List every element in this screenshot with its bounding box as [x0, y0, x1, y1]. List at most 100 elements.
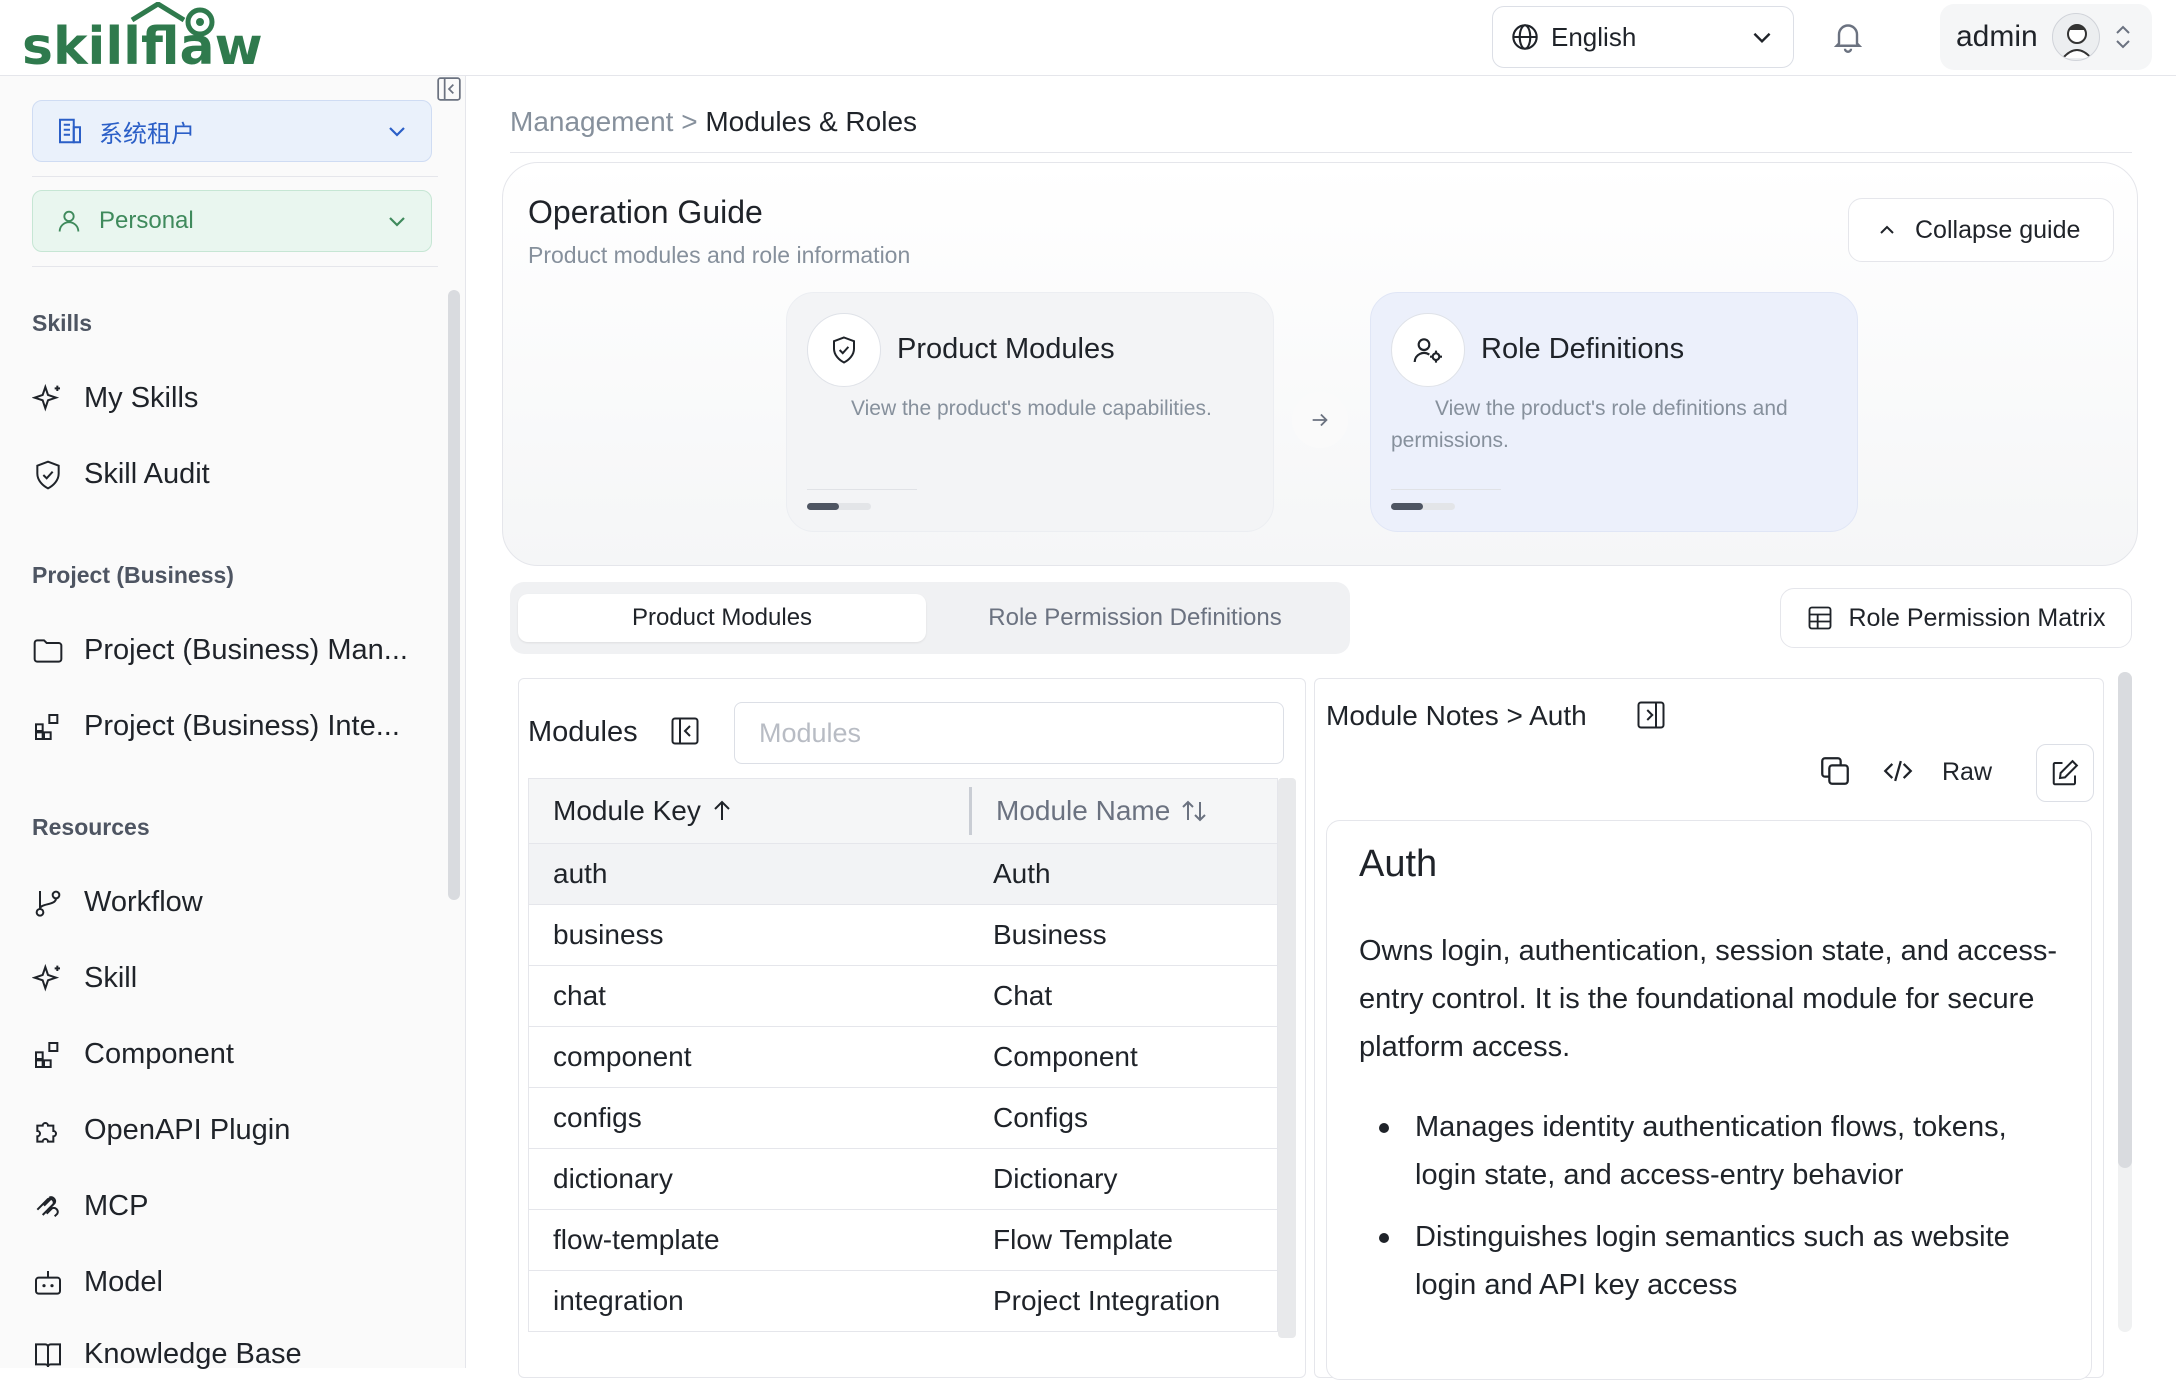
breadcrumb-separator: > — [681, 106, 698, 137]
sidebar-item-label: Skill — [84, 962, 138, 994]
sidebar-item-mcp[interactable]: MCP — [32, 1190, 148, 1223]
sidebar-item-openapi-plugin[interactable]: OpenAPI Plugin — [32, 1114, 290, 1147]
cell-module-name: Chat — [993, 980, 1053, 1011]
role-permission-matrix-button[interactable]: Role Permission Matrix — [1780, 588, 2132, 648]
workspace-label: Personal — [99, 207, 194, 234]
skillflaw-logo[interactable]: skillflaw — [20, 2, 280, 72]
sidebar-item-label: Model — [84, 1266, 163, 1298]
divider — [32, 266, 438, 267]
sidebar-item-knowledge-base[interactable]: Knowledge Base — [32, 1338, 302, 1371]
sidebar-item-project-management[interactable]: Project (Business) Man... — [32, 634, 408, 667]
mcp-icon — [36, 1195, 59, 1217]
modules-collapse-button[interactable] — [670, 716, 700, 746]
user-menu[interactable]: admin — [1940, 4, 2152, 70]
section-project: Project (Business) — [32, 562, 234, 588]
breadcrumb-current: Modules & Roles — [705, 106, 918, 137]
language-select[interactable]: English — [1492, 6, 1794, 68]
shield-check-icon — [807, 313, 881, 387]
raw-toggle[interactable]: Raw — [1942, 758, 1992, 787]
sidebar-item-label: Project (Business) Inte... — [84, 710, 400, 742]
sort-icon — [1182, 800, 1207, 822]
sidebar-item-label: Project (Business) Man... — [84, 634, 408, 666]
tab-role-permission-definitions[interactable]: Role Permission Definitions — [928, 594, 1342, 642]
sidebar-item-project-integration[interactable]: Project (Business) Inte... — [32, 710, 400, 743]
sparkle-icon — [32, 383, 60, 411]
card-description: View the product's module capabilities. — [851, 397, 1212, 420]
cell-module-name: Project Integration — [993, 1285, 1221, 1316]
copy-button[interactable] — [1818, 754, 1852, 788]
notes-bullet: Manages identity authentication flows, t… — [1359, 1103, 2069, 1199]
progress-indicator — [807, 503, 871, 510]
table-icon — [1809, 606, 1832, 630]
sidebar-item-label: Component — [84, 1038, 234, 1070]
column-module-key[interactable]: Module Key — [529, 795, 969, 827]
sidebar-item-label: Knowledge Base — [84, 1338, 302, 1370]
sidebar-collapse-button[interactable] — [436, 76, 462, 102]
sidebar-item-component[interactable]: Component — [32, 1038, 234, 1071]
guide-title: Operation Guide — [528, 194, 763, 230]
tenant-label: 系统租户 — [99, 120, 195, 148]
table-row[interactable]: auth Auth — [528, 844, 1278, 905]
table-row[interactable]: integration Project Integration — [528, 1271, 1278, 1332]
cell-module-name: Dictionary — [993, 1163, 1118, 1194]
guide-card-role-definitions[interactable]: Role Definitions View the product's role… — [1370, 292, 1858, 532]
table-scrollbar[interactable] — [1278, 778, 1296, 1338]
blocks-icon — [35, 1041, 59, 1068]
sidebar-scrollbar[interactable] — [448, 290, 460, 900]
sidebar-item-skill[interactable]: Skill — [32, 962, 137, 995]
divider — [510, 152, 2132, 153]
main-scrollbar[interactable] — [2118, 672, 2132, 1332]
folder-icon — [33, 638, 63, 663]
sidebar-item-my-skills[interactable]: My Skills — [32, 382, 198, 415]
divider — [807, 489, 917, 490]
table-row[interactable]: component Component — [528, 1027, 1278, 1088]
arrow-right-icon — [1292, 392, 1348, 448]
panel-collapse-icon — [671, 717, 699, 745]
avatar — [2051, 13, 2100, 61]
table-row[interactable]: chat Chat — [528, 966, 1278, 1027]
chevron-down-icon — [389, 127, 405, 137]
sidebar-item-label: My Skills — [84, 382, 199, 414]
guide-subtitle: Product modules and role information — [528, 242, 911, 268]
cell-module-key: configs — [553, 1102, 642, 1133]
table-header: Module Key Module Name — [528, 778, 1278, 844]
guide-card-product-modules[interactable]: Product Modules View the product's modul… — [786, 292, 1274, 532]
section-skills: Skills — [32, 310, 93, 336]
workspace-select[interactable]: Personal — [32, 190, 432, 252]
puzzle-icon — [36, 1121, 57, 1143]
code-view-button[interactable] — [1880, 754, 1916, 788]
sidebar-item-skill-audit[interactable]: Skill Audit — [32, 458, 210, 491]
tenant-select[interactable]: 系统租户 — [32, 100, 432, 162]
copy-icon — [1821, 757, 1849, 785]
card-title: Role Definitions — [1481, 333, 1685, 365]
cell-module-key: business — [553, 919, 664, 950]
table-row[interactable]: dictionary Dictionary — [528, 1149, 1278, 1210]
notes-bullet: Distinguishes login semantics such as we… — [1359, 1213, 2069, 1309]
blocks-icon — [35, 713, 59, 740]
table-row[interactable]: configs Configs — [528, 1088, 1278, 1149]
table-row[interactable]: business Business — [528, 905, 1278, 966]
sidebar-item-model[interactable]: Model — [32, 1266, 163, 1299]
panel-expand-icon — [1637, 701, 1665, 729]
cell-module-key: chat — [553, 980, 606, 1011]
sparkle-icon — [32, 963, 60, 991]
notes-expand-button[interactable] — [1636, 700, 1666, 730]
shield-check-icon — [36, 460, 60, 489]
user-name: admin — [1956, 20, 2038, 53]
robot-icon — [35, 1270, 61, 1295]
table-row[interactable]: flow-template Flow Template — [528, 1210, 1278, 1271]
sidebar-item-workflow[interactable]: Workflow — [32, 886, 203, 919]
breadcrumb-parent[interactable]: Management — [510, 106, 673, 137]
user-cog-icon — [1391, 313, 1465, 387]
collapse-guide-button[interactable]: Collapse guide — [1848, 198, 2114, 262]
svg-text:skillflaw: skillflaw — [22, 17, 263, 72]
edit-button[interactable] — [2036, 744, 2094, 802]
building-icon — [59, 118, 81, 144]
column-module-name[interactable]: Module Name — [969, 787, 1208, 835]
notes-title: Module Notes > Auth — [1326, 700, 1587, 731]
cell-module-key: integration — [553, 1285, 684, 1316]
modules-search-input[interactable]: Modules — [734, 702, 1284, 764]
tab-product-modules[interactable]: Product Modules — [518, 594, 926, 642]
git-branch-icon — [35, 890, 61, 917]
notification-button[interactable] — [1830, 18, 1866, 54]
